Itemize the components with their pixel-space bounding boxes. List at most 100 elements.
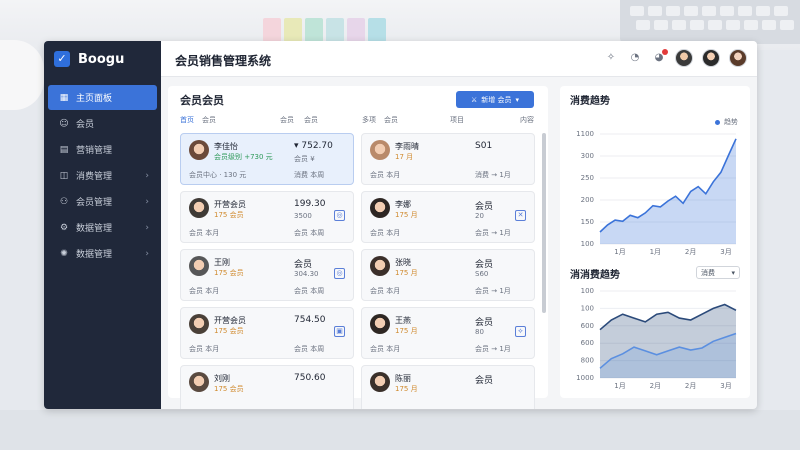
member-value: 754.50 [294,315,326,325]
add-member-button[interactable]: ⚔ 新增 会员 ▾ [456,91,534,108]
pin-icon[interactable]: ✧ [604,51,618,65]
keyboard-decoration [620,0,800,44]
cog-icon: ✺ [60,248,68,259]
tab-5[interactable]: 会员 [384,115,398,125]
member-name: 王燕 [395,316,411,325]
chevron-down-icon: ▾ [515,95,520,104]
member-vtag: 会员 本周 [294,229,325,237]
member-value: ▾ 752.70 [294,141,333,151]
member-card[interactable]: 李佳怡 会员级别 +730 元会员中心 · 130 元 ▾ 752.70 会员 ¥ 消费… [180,133,354,185]
notification-badge [662,49,668,55]
sidebar-item-2[interactable]: ▤ 营销管理 [48,137,157,162]
chevron-right-icon: › [145,196,149,207]
sidebar-item-label: 数据管理 [76,250,113,260]
x-tick-label: 2月 [685,248,696,256]
member-sub: 会员级别 +730 元 [214,153,273,161]
member-tag: 会员 本月 [189,345,220,353]
grid-icon: ▦ [59,92,69,103]
tab-6[interactable]: 项目 [450,115,464,125]
chart-title: 消费趋势 [570,96,610,107]
member-sub: 175 会员 [214,327,244,335]
member-value: 会员 [475,318,494,328]
member-name: 李雨晴 [395,142,419,151]
plus-icon: ⚔ [470,95,478,104]
tab-1[interactable]: 会员 [202,115,216,125]
sidebar-item-3[interactable]: ◫ 消费管理 › [48,163,157,188]
member-tag: 会员中心 · 130 元 [189,171,247,179]
card-action-icon[interactable]: ✕ [515,210,526,221]
avatar [189,314,209,334]
sidebar-item-0[interactable]: ▦ 主页面板 [48,85,157,110]
member-card[interactable]: 王燕 175 月会员 本月 会员 80 会员 → 1月 ⟡ [361,307,535,359]
y-tick-label: 100 [581,304,594,312]
tab-3[interactable]: 会员 [304,115,318,125]
alert-icon[interactable]: ◕ [652,49,668,65]
doc-icon: ▤ [59,144,69,155]
tab-0[interactable]: 首页 [180,115,194,125]
legend-dot-icon [715,119,720,125]
sidebar-item-label: 数据管理 [76,224,113,234]
chart-title: 消消费趋势 [570,270,620,281]
card-action-icon[interactable]: ▣ [334,326,345,337]
member-vtag: 会员 → 1月 [475,229,511,237]
y-tick-label: 100 [581,287,594,295]
panel-tabs: 首页 会员 会员 会员 多项 会员 项目 内容 [180,115,540,129]
notification-icon[interactable]: ◔ [628,51,642,65]
avatar[interactable] [702,49,720,67]
sidebar-item-5[interactable]: ⚙ 数据管理 › [48,215,157,240]
avatar[interactable] [675,49,693,67]
tab-2[interactable]: 会员 [280,115,294,125]
avatar[interactable] [729,49,747,67]
sidebar-item-4[interactable]: ⚇ 会员管理 › [48,189,157,214]
avatar [370,198,390,218]
chevron-down-icon: ▾ [731,268,735,277]
avatar [370,314,390,334]
sidebar-item-1[interactable]: ☺ 会员 [48,111,157,136]
member-name: 王刚 [214,258,230,267]
x-tick-label: 2月 [685,382,696,390]
avatar [370,140,390,160]
book-decoration [368,18,386,42]
member-card[interactable]: 李娜 175 月会员 本月 会员 20 会员 → 1月 ✕ [361,191,535,243]
tab-4[interactable]: 多项 [362,115,376,125]
x-tick-label: 3月 [720,382,731,390]
sidebar-item-6[interactable]: ✺ 数据管理 › [48,241,157,266]
period-select[interactable]: 消费 ▾ [696,266,740,279]
member-name: 张晓 [395,258,411,267]
card-action-icon[interactable]: ⟡ [515,326,526,337]
sidebar-item-label: 消费管理 [76,172,113,182]
member-card[interactable]: 开营会员 175 会员 会员 本月 199.30 3500 会员 本周 ◎ [180,191,354,243]
member-vsub: S60 [475,270,489,278]
chevron-right-icon: › [145,222,149,233]
member-tag: 会员 本月 [370,229,401,237]
member-value: 会员 [475,376,494,386]
card-action-icon[interactable]: ◎ [334,268,345,279]
y-tick-label: 800 [581,357,594,365]
member-card[interactable]: 陈丽 175 月 会员 [361,365,535,409]
y-tick-label: 250 [581,174,594,182]
tab-7[interactable]: 内容 [520,115,534,125]
sidebar-item-label: 会员 [76,120,95,130]
member-name: 开营会员 [214,200,246,209]
member-tag: 会员 本月 [370,287,401,295]
y-tick-label: 600 [581,322,594,330]
users-icon: ⚇ [59,196,69,207]
member-sub: 175 月 [395,269,418,277]
member-card[interactable]: 张晓 175 月会员 本月 会员 S60 会员 → 1月 [361,249,535,301]
scrollbar[interactable] [542,133,546,313]
trend-panel: 消费趋势 趋势 100 150 200 250 300 1100 1月 1月 2月 3月 消消费趋… [560,86,750,398]
card-action-icon[interactable]: ◎ [334,210,345,221]
member-card[interactable]: 刘刚 175 会员 750.60 [180,365,354,409]
member-card[interactable]: 王刚 175 会员 会员 本月 会员 304.30 会员 本周 ◎ [180,249,354,301]
avatar [189,140,209,160]
brand[interactable]: ✓ Boogu [44,41,161,77]
sidebar-item-label: 营销管理 [76,146,113,156]
panel-title: 会员会员 [180,94,224,107]
member-card[interactable]: 李雨晴 17 月会员 本月 S01 消费 → 1月 [361,133,535,185]
member-sub: 175 会员 [214,385,244,393]
y-tick-label: 200 [581,196,594,204]
x-tick-label: 1月 [614,248,625,256]
member-value: 750.60 [294,373,326,383]
member-sub: 175 会员 [214,269,244,277]
member-card[interactable]: 开营会员 175 会员 会员 本月 754.50 会员 本周 ▣ [180,307,354,359]
